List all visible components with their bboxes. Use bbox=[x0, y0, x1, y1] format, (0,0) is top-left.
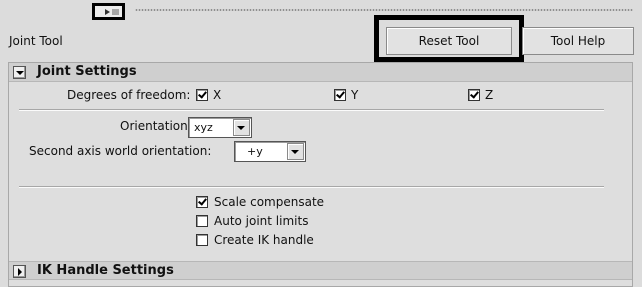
second-axis-label: Second axis world orientation: bbox=[29, 144, 212, 158]
chevron-down-icon[interactable] bbox=[287, 143, 304, 160]
shelf-separator bbox=[135, 8, 633, 12]
tool-title: Joint Tool bbox=[9, 34, 63, 48]
auto-joint-limits-checkbox[interactable] bbox=[196, 215, 208, 227]
dof-x-checkbox[interactable] bbox=[196, 89, 208, 101]
divider bbox=[19, 186, 604, 188]
dof-y-label: Y bbox=[351, 88, 359, 102]
joint-settings-title: Joint Settings bbox=[37, 64, 137, 79]
joint-settings-header[interactable]: Joint Settings bbox=[9, 63, 632, 82]
dof-y-checkbox[interactable] bbox=[334, 89, 346, 101]
dof-x-label: X bbox=[213, 88, 222, 102]
dof-z-label: Z bbox=[485, 88, 494, 102]
tool-help-button[interactable]: Tool Help bbox=[522, 27, 634, 55]
collapse-arrow-icon[interactable] bbox=[13, 66, 26, 79]
dof-z-checkbox[interactable] bbox=[468, 89, 480, 101]
orientation-label: Orientation: bbox=[120, 119, 192, 133]
expand-arrow-icon bbox=[105, 9, 110, 15]
divider bbox=[19, 109, 604, 111]
dof-label: Degrees of freedom: bbox=[67, 88, 191, 102]
create-ik-handle-checkbox[interactable] bbox=[196, 234, 208, 246]
orientation-value: xyz bbox=[194, 121, 213, 134]
expand-arrow-icon[interactable] bbox=[13, 265, 26, 278]
second-axis-value: +y bbox=[247, 145, 263, 158]
tool-settings-panel: Joint Settings Degrees of freedom: X Y Z… bbox=[8, 62, 633, 287]
reset-tool-button[interactable]: Reset Tool bbox=[386, 27, 512, 55]
auto-joint-limits-label: Auto joint limits bbox=[214, 214, 309, 228]
ik-handle-settings-title: IK Handle Settings bbox=[37, 263, 174, 278]
second-axis-dropdown[interactable]: +y bbox=[234, 141, 306, 162]
grip-icon bbox=[112, 9, 119, 15]
scale-compensate-checkbox[interactable] bbox=[196, 196, 208, 208]
create-ik-handle-label: Create IK handle bbox=[214, 233, 314, 247]
scale-compensate-label: Scale compensate bbox=[214, 195, 325, 209]
ik-handle-settings-header[interactable]: IK Handle Settings bbox=[9, 261, 632, 280]
orientation-dropdown[interactable]: xyz bbox=[188, 117, 252, 138]
chevron-down-icon[interactable] bbox=[233, 119, 250, 136]
collapse-handle[interactable] bbox=[92, 3, 125, 20]
